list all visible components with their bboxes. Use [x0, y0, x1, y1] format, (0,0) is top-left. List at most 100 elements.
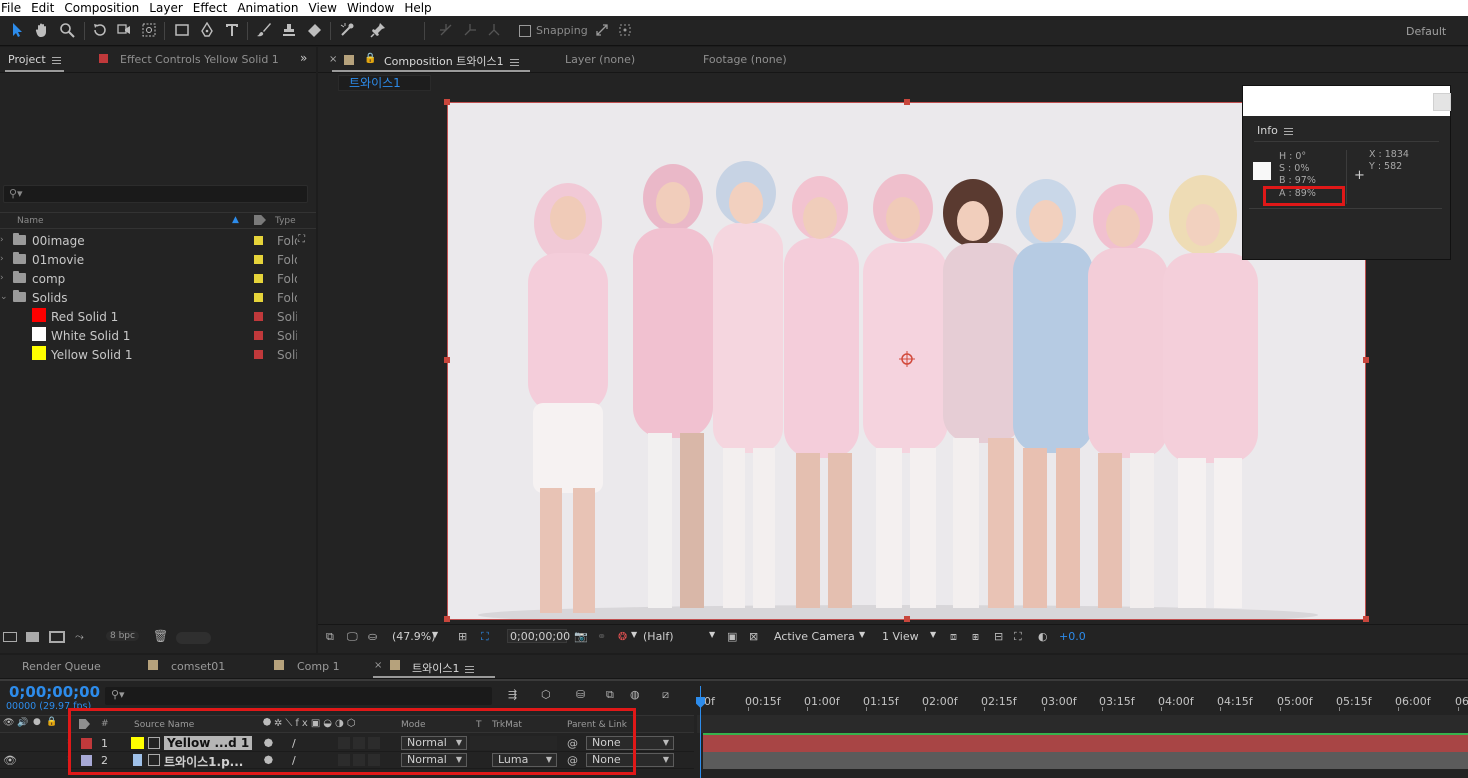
transform-handle[interactable] — [1363, 616, 1369, 622]
menu-view[interactable]: View — [304, 0, 342, 16]
toggle-pixel-aspect-icon[interactable]: ⧈ — [950, 630, 964, 643]
flowchart-icon[interactable]: ⛶ — [298, 234, 305, 245]
channel-rgb-icon[interactable]: ❂ — [618, 630, 632, 643]
new-folder-icon[interactable] — [26, 632, 39, 642]
menu-file[interactable]: File — [0, 0, 26, 16]
video-eye-icon[interactable]: 👁 — [3, 754, 17, 767]
tab-comset01[interactable]: comset01 — [171, 660, 225, 673]
toggle-3d-view-icon[interactable]: ⊠ — [749, 630, 763, 643]
draft-3d-icon[interactable]: ⬡ — [541, 688, 551, 701]
tab-render-queue[interactable]: Render Queue — [22, 660, 101, 673]
label-color-swatch[interactable] — [254, 274, 263, 283]
roto-brush-tool-icon[interactable] — [337, 20, 357, 40]
close-tab-icon[interactable]: × — [329, 54, 337, 65]
snap-feature-icon[interactable] — [615, 20, 635, 40]
layer-2-duration-bar[interactable] — [703, 752, 1468, 769]
new-composition-icon[interactable] — [49, 631, 65, 643]
tab-comp1[interactable]: Comp 1 — [297, 660, 340, 673]
tab-info[interactable]: Info — [1257, 124, 1293, 137]
label-color-swatch[interactable] — [254, 350, 263, 359]
hand-tool-icon[interactable] — [32, 20, 52, 40]
expand-chevron-icon[interactable]: › — [0, 254, 6, 264]
menu-window[interactable]: Window — [342, 0, 399, 16]
expand-chevron-icon[interactable]: › — [0, 235, 6, 245]
close-tab-icon[interactable]: × — [374, 660, 382, 671]
tab-project[interactable]: Project — [8, 53, 61, 66]
brush-tool-icon[interactable] — [254, 20, 274, 40]
project-item-row[interactable]: Red Solid 1 Solid — [0, 307, 316, 326]
camera-orbit-tool-icon[interactable] — [114, 20, 134, 40]
timeline-icon[interactable]: ⊟ — [994, 630, 1008, 643]
menu-help[interactable]: Help — [399, 0, 436, 16]
label-color-swatch[interactable] — [254, 331, 263, 340]
exposure-value[interactable]: +0.0 — [1059, 630, 1086, 643]
pan-behind-tool-icon[interactable] — [139, 20, 159, 40]
solo-icon[interactable]: ● — [33, 717, 41, 727]
transparency-grid-icon[interactable]: ▣ — [727, 630, 741, 643]
motion-blur-icon[interactable]: ◍ — [630, 688, 640, 701]
label-color-swatch[interactable] — [254, 293, 263, 302]
menu-composition[interactable]: Composition — [59, 0, 144, 16]
resolution-dropdown[interactable]: (Half) — [643, 630, 674, 643]
timeline-search-input[interactable]: ⚲▾ — [105, 687, 492, 705]
tab-active-comp[interactable]: 트와이스1 — [412, 660, 475, 676]
panel-overflow-icon[interactable]: » — [300, 51, 307, 65]
menu-effect[interactable]: Effect — [188, 0, 233, 16]
menu-layer[interactable]: Layer — [144, 0, 187, 16]
label-color-swatch[interactable] — [254, 312, 263, 321]
clone-stamp-tool-icon[interactable] — [279, 20, 299, 40]
panel-menu-icon[interactable] — [465, 665, 475, 673]
column-type-header[interactable]: Type — [275, 216, 296, 226]
mask-visibility-icon[interactable]: ⛀ — [368, 630, 382, 643]
transform-handle[interactable] — [1363, 357, 1369, 363]
audio-speaker-icon[interactable]: 🔊 — [17, 718, 28, 728]
camera-dropdown[interactable]: Active Camera — [774, 630, 855, 643]
label-color-swatch[interactable] — [254, 255, 263, 264]
project-item-row[interactable]: ⌄ Solids Folder — [0, 288, 316, 307]
transform-handle[interactable] — [444, 99, 450, 105]
composition-mini-flowchart-icon[interactable]: ⇶ — [508, 688, 517, 701]
puppet-pin-tool-icon[interactable] — [368, 20, 388, 40]
tab-footage[interactable]: Footage (none) — [703, 53, 787, 66]
menu-edit[interactable]: Edit — [26, 0, 59, 16]
work-area-bar[interactable] — [697, 715, 1468, 733]
transform-handle[interactable] — [444, 616, 450, 622]
panel-menu-icon[interactable] — [509, 58, 519, 66]
pen-tool-icon[interactable] — [197, 20, 217, 40]
view-axis-mode-icon[interactable] — [484, 20, 504, 40]
frame-blending-icon[interactable]: ⧉ — [606, 688, 614, 702]
show-snapshot-icon[interactable]: ⚭ — [597, 630, 611, 643]
column-name-header[interactable]: Name — [17, 216, 44, 226]
project-item-row[interactable]: › comp Folder — [0, 269, 316, 288]
lock-icon[interactable]: 🔒 — [46, 717, 57, 727]
project-settings-icon[interactable]: ⤳ — [75, 630, 84, 644]
eraser-tool-icon[interactable] — [304, 20, 324, 40]
fit-frame-icon[interactable]: ⊞ — [458, 630, 472, 643]
video-eye-icon[interactable]: 👁 — [3, 718, 14, 728]
workspace-default[interactable]: Default — [1406, 25, 1446, 38]
delete-trash-icon[interactable]: 🗑 — [153, 629, 168, 643]
time-ruler[interactable]: 00f 00:15f 01:00f 01:15f 02:00f 02:15f 03:00f 0… — [697, 685, 1468, 711]
flowchart-icon[interactable]: ⛶ — [1014, 630, 1028, 643]
interpret-footage-icon[interactable] — [3, 632, 17, 642]
world-axis-mode-icon[interactable] — [460, 20, 480, 40]
project-item-row[interactable]: Yellow Solid 1 Solid — [0, 345, 316, 364]
thumbnail-size-slider[interactable] — [176, 632, 211, 644]
graph-editor-icon[interactable]: ⧄ — [662, 688, 669, 702]
current-time-field[interactable]: 0;00;00;00 — [507, 629, 570, 643]
snap-extend-icon[interactable] — [592, 20, 612, 40]
region-of-interest-icon[interactable]: ⛶ — [481, 630, 495, 643]
shy-layers-icon[interactable]: ⛁ — [576, 688, 585, 701]
tab-effect-controls[interactable]: Effect Controls Yellow Solid 1 — [120, 53, 279, 66]
type-tool-icon[interactable] — [222, 20, 242, 40]
layer-1-duration-bar[interactable] — [703, 735, 1468, 752]
project-search-input[interactable]: ⚲▾ — [3, 185, 308, 203]
tab-composition[interactable]: Composition 트와이스1 — [384, 53, 519, 69]
reset-exposure-icon[interactable]: ◐ — [1038, 630, 1052, 643]
close-button[interactable] — [1433, 93, 1451, 111]
rotate-tool-icon[interactable] — [90, 20, 110, 40]
rectangle-tool-icon[interactable] — [172, 20, 192, 40]
transform-handle[interactable] — [904, 99, 910, 105]
label-color-swatch[interactable] — [254, 236, 263, 245]
transform-handle[interactable] — [444, 357, 450, 363]
